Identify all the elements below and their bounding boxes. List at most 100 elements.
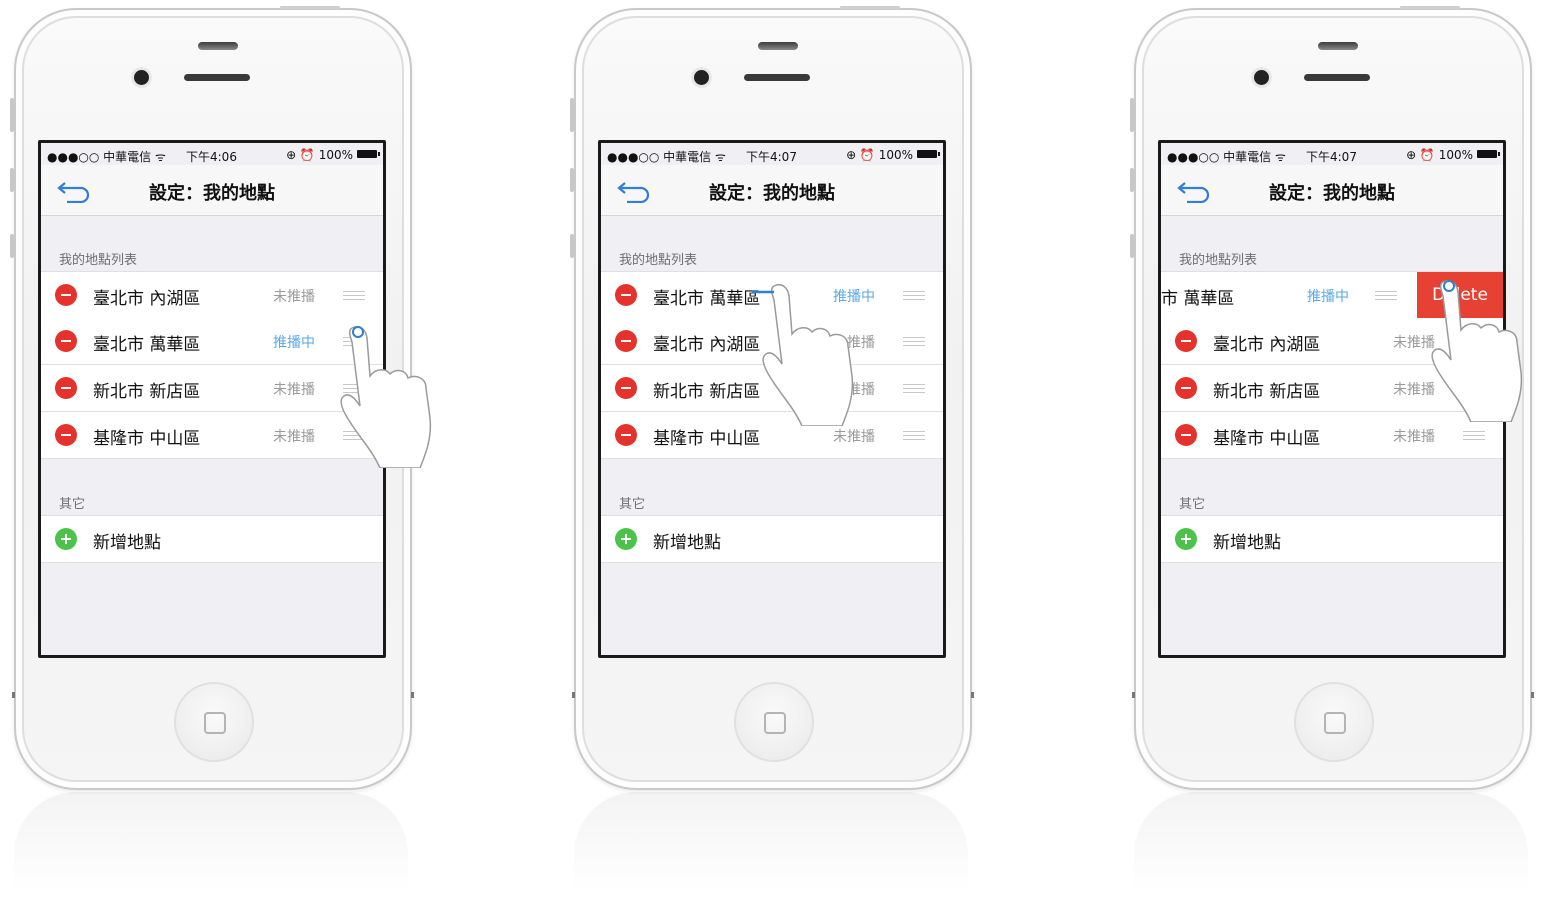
frame-marker bbox=[572, 692, 575, 698]
place-name: 新北市 新店區 bbox=[93, 382, 201, 402]
add-place-label: 新增地點 bbox=[93, 533, 161, 553]
reorder-grip-icon[interactable] bbox=[903, 431, 925, 440]
plus-circle-icon[interactable] bbox=[55, 528, 77, 550]
frame-marker bbox=[1132, 692, 1135, 698]
push-status: 未推播 bbox=[1393, 429, 1435, 445]
minus-circle-icon[interactable] bbox=[615, 284, 637, 306]
minus-circle-icon[interactable] bbox=[55, 377, 77, 399]
section-header-other: 其它 bbox=[619, 497, 646, 512]
volume-up-button bbox=[1130, 168, 1134, 192]
power-button bbox=[840, 6, 900, 9]
minus-circle-icon[interactable] bbox=[55, 284, 77, 306]
phone-reflection bbox=[14, 792, 408, 911]
front-camera bbox=[134, 70, 149, 85]
proximity-sensor bbox=[1318, 42, 1358, 50]
plus-circle-icon[interactable] bbox=[615, 528, 637, 550]
add-place-row[interactable]: 新增地點 bbox=[41, 515, 383, 563]
add-place-row[interactable]: 新增地點 bbox=[1161, 515, 1503, 563]
mute-switch bbox=[10, 98, 14, 132]
reorder-grip-icon[interactable] bbox=[343, 384, 365, 393]
volume-down-button bbox=[570, 234, 574, 258]
page-title: 設定：我的地點 bbox=[149, 183, 275, 204]
reorder-grip-icon[interactable] bbox=[343, 431, 365, 440]
place-row[interactable]: 新北市 新店區 未推播 bbox=[41, 365, 383, 412]
home-button-icon[interactable] bbox=[174, 682, 254, 762]
plus-circle-icon[interactable] bbox=[1175, 528, 1197, 550]
battery-icon bbox=[917, 150, 940, 158]
minus-circle-icon[interactable] bbox=[55, 330, 77, 352]
home-button-icon[interactable] bbox=[1294, 682, 1374, 762]
screen: ●●●○○ 中華電信 ᯤ 下午4:06 ⊕ ⏰ 100% 設定：我的地點 我的地… bbox=[38, 140, 386, 658]
minus-circle-icon[interactable] bbox=[1175, 377, 1197, 399]
push-status: 未推播 bbox=[273, 382, 315, 398]
add-place-label: 新增地點 bbox=[653, 533, 721, 553]
power-button bbox=[1400, 6, 1460, 9]
earpiece-speaker bbox=[184, 74, 250, 81]
push-status: 未推播 bbox=[1393, 335, 1435, 351]
place-row[interactable]: 臺北市 內湖區 未推播 bbox=[1161, 318, 1503, 365]
status-bar: ●●●○○ 中華電信 ᯤ 下午4:07 ⊕ ⏰ 100% bbox=[1161, 143, 1503, 165]
minus-circle-icon[interactable] bbox=[615, 377, 637, 399]
push-status: 未推播 bbox=[833, 382, 875, 398]
screen: ●●●○○ 中華電信 ᯤ 下午4:07 ⊕ ⏰ 100% 設定：我的地點 我的地… bbox=[1158, 140, 1506, 658]
status-bar: ●●●○○ 中華電信 ᯤ 下午4:07 ⊕ ⏰ 100% bbox=[601, 143, 943, 165]
navigation-bar: 設定：我的地點 bbox=[1161, 165, 1503, 216]
screen: ●●●○○ 中華電信 ᯤ 下午4:07 ⊕ ⏰ 100% 設定：我的地點 我的地… bbox=[598, 140, 946, 658]
battery-icon bbox=[357, 150, 380, 158]
carrier-signal: ●●●○○ 中華電信 ᯤ bbox=[607, 150, 726, 164]
reorder-grip-icon[interactable] bbox=[903, 384, 925, 393]
place-row[interactable]: 基隆市 中山區 未推播 bbox=[41, 412, 383, 459]
battery-icon bbox=[1477, 150, 1500, 158]
reorder-grip-icon[interactable] bbox=[903, 337, 925, 346]
minus-circle-icon[interactable] bbox=[615, 424, 637, 446]
section-header-other: 其它 bbox=[59, 497, 86, 512]
reorder-grip-icon[interactable] bbox=[1463, 384, 1485, 393]
earpiece-speaker bbox=[1304, 74, 1370, 81]
reorder-grip-icon[interactable] bbox=[1463, 431, 1485, 440]
frame-marker bbox=[1531, 692, 1534, 698]
reorder-grip-icon[interactable] bbox=[1463, 337, 1485, 346]
place-row[interactable]: 臺北市 萬華區 推播中 bbox=[41, 318, 383, 365]
minus-circle-icon[interactable] bbox=[1175, 424, 1197, 446]
volume-up-button bbox=[570, 168, 574, 192]
frame-marker bbox=[12, 692, 15, 698]
delete-button[interactable]: Delete bbox=[1417, 272, 1503, 318]
minus-circle-icon[interactable] bbox=[1175, 330, 1197, 352]
status-battery-text: ⊕ ⏰ 100% bbox=[846, 148, 913, 162]
place-row[interactable]: 新北市 新店區 未推播 bbox=[1161, 365, 1503, 412]
status-battery-text: ⊕ ⏰ 100% bbox=[286, 148, 353, 162]
status-bar: ●●●○○ 中華電信 ᯤ 下午4:06 ⊕ ⏰ 100% bbox=[41, 143, 383, 165]
place-row[interactable]: 新北市 新店區 未推播 bbox=[601, 365, 943, 412]
place-name: 臺北市 萬華區 bbox=[653, 289, 761, 309]
add-place-row[interactable]: 新增地點 bbox=[601, 515, 943, 563]
reorder-grip-icon[interactable] bbox=[903, 291, 925, 300]
navigation-bar: 設定：我的地點 bbox=[41, 165, 383, 216]
front-camera bbox=[694, 70, 709, 85]
place-row[interactable]: 臺北市 萬華區 推播中 bbox=[601, 271, 943, 319]
place-row[interactable]: 臺北市 內湖區 未推播 bbox=[601, 318, 943, 365]
volume-down-button bbox=[1130, 234, 1134, 258]
place-row[interactable]: 臺北市 內湖區 未推播 bbox=[41, 271, 383, 319]
push-status: 未推播 bbox=[273, 429, 315, 445]
phone-frame-2: ●●●○○ 中華電信 ᯤ 下午4:07 ⊕ ⏰ 100% 設定：我的地點 我的地… bbox=[570, 6, 974, 790]
place-name: 臺北市 內湖區 bbox=[93, 289, 201, 309]
reorder-grip-icon[interactable] bbox=[1375, 291, 1397, 300]
volume-up-button bbox=[10, 168, 14, 192]
minus-circle-icon[interactable] bbox=[615, 330, 637, 352]
push-status: 未推播 bbox=[833, 335, 875, 351]
place-name: 臺北市 內湖區 bbox=[1213, 335, 1321, 355]
place-row[interactable]: 基隆市 中山區 未推播 bbox=[1161, 412, 1503, 459]
place-row-swiped[interactable]: 市 萬華區 推播中 Delete bbox=[1161, 271, 1503, 319]
reorder-grip-icon[interactable] bbox=[343, 291, 365, 300]
mute-switch bbox=[570, 98, 574, 132]
place-name: 臺北市 萬華區 bbox=[93, 335, 201, 355]
navigation-bar: 設定：我的地點 bbox=[601, 165, 943, 216]
volume-down-button bbox=[10, 234, 14, 258]
status-battery-text: ⊕ ⏰ 100% bbox=[1406, 148, 1473, 162]
home-button-icon[interactable] bbox=[734, 682, 814, 762]
place-row[interactable]: 基隆市 中山區 未推播 bbox=[601, 412, 943, 459]
reorder-grip-icon[interactable] bbox=[343, 337, 365, 346]
place-name: 臺北市 內湖區 bbox=[653, 335, 761, 355]
place-name: 市 萬華區 bbox=[1161, 289, 1235, 309]
minus-circle-icon[interactable] bbox=[55, 424, 77, 446]
